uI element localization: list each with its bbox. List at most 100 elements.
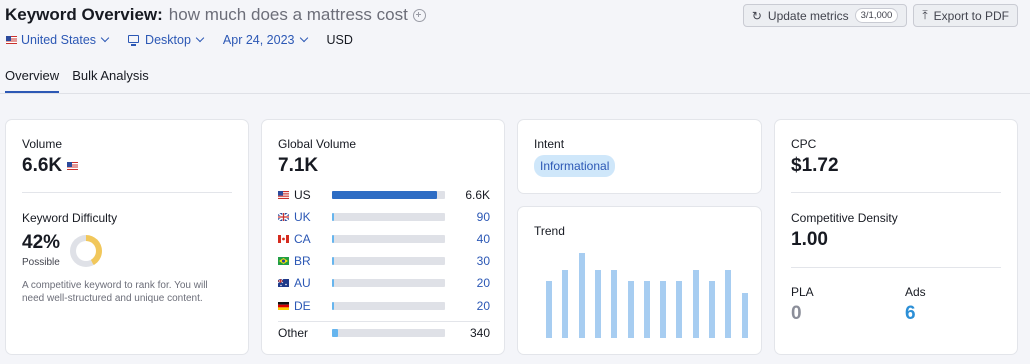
country-volume: 40 — [476, 232, 490, 246]
volume-bar-fill — [332, 257, 335, 265]
volume-bar — [332, 329, 445, 337]
tab-bulk-analysis[interactable]: Bulk Analysis — [72, 68, 149, 93]
volume-bar — [332, 191, 445, 199]
volume-bar — [332, 213, 445, 221]
export-pdf-button[interactable]: ⤒ Export to PDF — [913, 4, 1018, 27]
trend-bar[interactable] — [643, 281, 650, 338]
competitive-density-label: Competitive Density — [791, 211, 898, 225]
cpc-card: CPC $1.72 Competitive Density 1.00 PLA 0… — [775, 120, 1017, 354]
other-volume: 340 — [469, 326, 490, 340]
country-volume: 20 — [476, 276, 490, 290]
volume-value-row: 6.6K — [22, 155, 82, 177]
volume-value: 6.6K — [22, 155, 63, 176]
country-code: UK — [294, 210, 311, 224]
trend-bar[interactable] — [611, 270, 618, 338]
us-flag-icon — [278, 191, 289, 199]
keyword-difficulty-label: Keyword Difficulty — [22, 211, 118, 225]
pla-value: 0 — [791, 303, 802, 324]
de-flag-icon — [278, 302, 289, 310]
volume-bar-fill — [332, 279, 335, 287]
country-row-us[interactable]: US 6.6K — [278, 188, 490, 202]
volume-bar-fill — [332, 191, 438, 199]
country-code: BR — [294, 254, 311, 268]
date-selector[interactable]: Apr 24, 2023 — [222, 33, 308, 47]
ca-flag-icon — [278, 235, 289, 243]
difficulty-donut — [70, 235, 102, 267]
country-row-br[interactable]: BR 30 — [278, 254, 490, 268]
country-volume: 6.6K — [465, 188, 490, 202]
volume-card: Volume 6.6K Keyword Difficulty 42% Possi… — [6, 120, 248, 354]
cpc-value: $1.72 — [791, 155, 839, 176]
keyword-difficulty-level: Possible — [22, 257, 60, 268]
tab-overview[interactable]: Overview — [5, 68, 60, 93]
ads-value[interactable]: 6 — [905, 303, 916, 325]
country-code: US — [294, 188, 311, 202]
filters-bar: United States Desktop Apr 24, 2023 USD — [6, 33, 373, 47]
uk-flag-icon — [278, 213, 289, 221]
country-row-au[interactable]: AU 20 — [278, 276, 490, 290]
volume-bar — [332, 302, 445, 310]
device-selector[interactable]: Desktop — [128, 33, 205, 47]
keyword-difficulty-description: A competitive keyword to rank for. You w… — [22, 280, 208, 304]
update-metrics-count: 3/1,000 — [854, 8, 899, 23]
trend-bar[interactable] — [692, 270, 699, 338]
currency-label: USD — [326, 33, 353, 47]
country-code: AU — [294, 276, 311, 290]
volume-bar — [332, 257, 445, 265]
title-row: Keyword Overview: how much does a mattre… — [5, 5, 426, 25]
page-title: Keyword Overview: — [5, 5, 163, 24]
divider — [791, 267, 1001, 268]
trend-bar[interactable] — [594, 270, 601, 338]
country-selector[interactable]: United States — [6, 33, 110, 47]
country-row-ca[interactable]: CA 40 — [278, 232, 490, 246]
au-flag-icon — [278, 279, 289, 287]
trend-bar[interactable] — [627, 281, 634, 338]
trend-bar[interactable] — [741, 293, 748, 338]
global-volume-card: Global Volume 7.1K US 6.6K UK 90 CA 40 B… — [262, 120, 504, 354]
volume-label: Volume — [22, 137, 63, 151]
chevron-down-icon — [100, 33, 110, 43]
country-row-other: Other 340 — [278, 326, 490, 340]
update-metrics-button[interactable]: ↻ Update metrics 3/1,000 — [742, 4, 908, 27]
date-label: Apr 24, 2023 — [222, 33, 295, 47]
trend-card: Trend — [518, 207, 761, 354]
divider — [791, 192, 1001, 193]
header-actions: ↻ Update metrics 3/1,000 ⤒ Export to PDF — [737, 4, 1018, 27]
country-code: CA — [294, 232, 311, 246]
device-label: Desktop — [145, 33, 191, 47]
volume-bar-fill — [332, 235, 335, 243]
country-code: DE — [294, 299, 311, 313]
intent-label: Intent — [534, 137, 565, 151]
intent-badge[interactable]: Informational — [534, 155, 616, 177]
update-metrics-label: Update metrics — [767, 8, 849, 23]
volume-bar-fill — [332, 213, 335, 221]
trend-bar[interactable] — [660, 281, 667, 338]
chevron-down-icon — [299, 33, 308, 43]
add-to-list-icon[interactable] — [412, 8, 426, 22]
country-row-de[interactable]: DE 20 — [278, 299, 490, 313]
cpc-label: CPC — [791, 137, 817, 151]
export-icon: ⤒ — [922, 8, 928, 22]
tab-bar: Overview Bulk Analysis — [5, 68, 162, 93]
trend-bar[interactable] — [546, 281, 552, 338]
other-label: Other — [278, 326, 309, 340]
trend-bar[interactable] — [709, 281, 715, 338]
country-volume: 30 — [476, 254, 490, 268]
volume-bar — [332, 235, 445, 243]
page-header: Keyword Overview: how much does a mattre… — [0, 0, 1030, 94]
pla-label: PLA — [791, 285, 814, 299]
country-row-uk[interactable]: UK 90 — [278, 210, 490, 224]
trend-bar[interactable] — [725, 270, 732, 338]
trend-bar[interactable] — [562, 270, 569, 338]
desktop-icon — [128, 35, 140, 46]
keyword-difficulty-value: 42% — [22, 232, 61, 253]
trend-chart — [518, 207, 761, 354]
volume-bar-fill — [332, 302, 335, 310]
us-flag-icon — [67, 162, 79, 170]
trend-bar[interactable] — [578, 253, 585, 338]
country-volume: 20 — [476, 299, 490, 313]
trend-bar[interactable] — [676, 281, 683, 338]
country-volume: 90 — [476, 210, 490, 224]
keyword-title: how much does a mattress cost — [168, 5, 408, 24]
global-volume-value: 7.1K — [278, 155, 319, 176]
